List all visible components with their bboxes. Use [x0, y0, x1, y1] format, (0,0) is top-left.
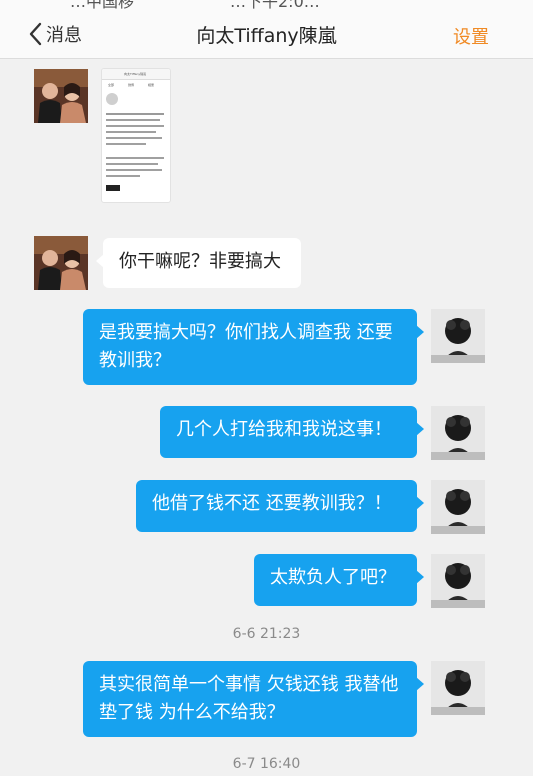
outgoing-message-bubble[interactable]: 太欺负人了吧？ — [254, 554, 424, 606]
clock-text: …下午2:0… — [230, 0, 320, 10]
shared-screenshot-image[interactable]: 向太Tiffany陳嵐 全部 微博 相册 — [101, 68, 171, 203]
message-text: 是我要搞大吗？你们找人调查我 还要教训我？ — [99, 322, 393, 371]
message-text: 他借了钱不还 还要教训我？！ — [152, 493, 392, 514]
outgoing-message-bubble[interactable]: 是我要搞大吗？你们找人调查我 还要教训我？ — [83, 309, 424, 385]
contact-avatar[interactable] — [34, 69, 88, 123]
outgoing-message-bubble[interactable]: 其实很简单一个事情 欠钱还钱 我替他垫了钱 为什么不给我？ — [83, 661, 424, 737]
back-button[interactable]: 消息 — [28, 20, 82, 48]
chevron-left-icon — [28, 22, 42, 46]
user-avatar[interactable] — [431, 554, 485, 608]
back-label: 消息 — [46, 25, 82, 46]
user-avatar[interactable] — [431, 661, 485, 715]
incoming-message-bubble[interactable]: 你干嘛呢？非要搞大 — [96, 238, 301, 288]
user-avatar[interactable] — [431, 406, 485, 460]
message-text: 几个人打给我和我说这事！ — [176, 419, 392, 440]
screenshot-tab-3: 相册 — [148, 83, 155, 87]
screenshot-title: 向太Tiffany陳嵐 — [124, 72, 147, 76]
user-avatar[interactable] — [431, 480, 485, 534]
outgoing-message-bubble[interactable]: 几个人打给我和我说这事！ — [160, 406, 424, 458]
outgoing-message-bubble[interactable]: 他借了钱不还 还要教训我？！ — [136, 480, 424, 532]
screenshot-avatar — [106, 93, 118, 105]
user-avatar[interactable] — [431, 309, 485, 363]
nav-bar: 消息 向太Tiffany陳嵐 设置 — [0, 10, 533, 59]
screenshot-tab-1: 全部 — [108, 83, 115, 87]
settings-button[interactable]: 设置 — [453, 23, 489, 49]
message-text: 太欺负人了吧？ — [270, 567, 396, 588]
screenshot-tab-2: 微博 — [128, 83, 135, 87]
signature-mark — [106, 185, 120, 191]
message-text: 你干嘛呢？非要搞大 — [119, 251, 281, 272]
message-text: 其实很简单一个事情 欠钱还钱 我替他垫了钱 为什么不给我？ — [99, 674, 399, 723]
carrier-text: …中国移 — [70, 0, 135, 10]
contact-avatar[interactable] — [34, 236, 88, 290]
status-bar: …中国移 …下午2:0… — [0, 0, 533, 10]
message-timestamp: 6-7 16:40 — [232, 756, 301, 772]
message-timestamp: 6-6 21:23 — [232, 626, 301, 642]
